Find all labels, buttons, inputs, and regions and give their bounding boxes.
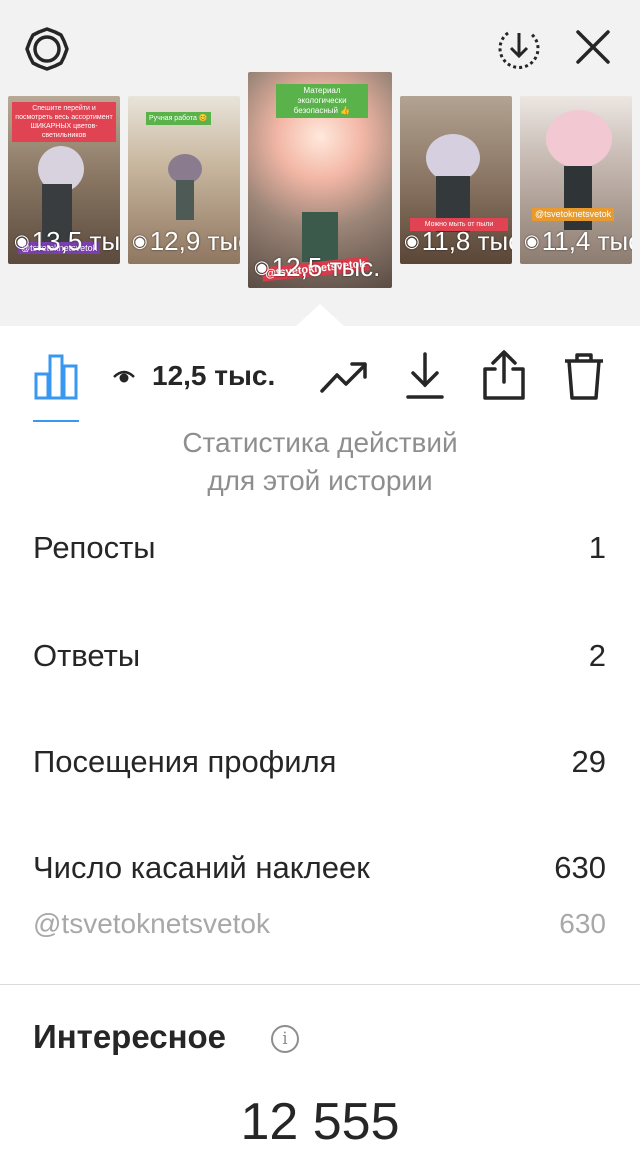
promote-button[interactable]: [318, 354, 370, 400]
download-icon: [406, 352, 444, 399]
delete-button[interactable]: [560, 348, 608, 402]
active-tab-indicator: [33, 420, 79, 422]
story-views: ◉ 12,5 тыс.: [254, 252, 381, 282]
close-button[interactable]: [570, 24, 616, 70]
stat-subrow-mention-sticker[interactable]: @tsvetoknetsvetok 630: [33, 908, 606, 940]
tab-insights[interactable]: [30, 350, 82, 402]
story-thumbnail[interactable]: Ручная работа 😊 ◉ 12,9 тыс.: [128, 96, 240, 264]
save-all-button[interactable]: [494, 23, 544, 73]
views-count: 12,5 тыс.: [152, 360, 276, 391]
insights-toolbar: 12,5 тыс.: [0, 326, 640, 424]
gear-icon: [25, 27, 69, 71]
interactions-subtitle: Статистика действий для этой истории: [182, 427, 458, 496]
selection-pointer: [296, 304, 344, 326]
eye-icon: [113, 370, 135, 383]
trash-icon: [565, 353, 603, 400]
trending-up-icon: [320, 362, 367, 393]
stat-label: Репосты: [33, 530, 156, 565]
settings-button[interactable]: [22, 24, 72, 74]
eye-icon: ◉: [404, 231, 420, 251]
discovery-reach-number: 12 555: [240, 1093, 400, 1151]
eye-icon: ◉: [254, 257, 270, 277]
stat-value: 1: [588, 530, 606, 565]
story-thumbnail[interactable]: Можно мыть от пыли ◉ 11,8 тыс.: [400, 96, 512, 264]
story-preview-area: Спешите перейти и посмотреть весь ассорт…: [0, 0, 640, 326]
stat-label: Число касаний наклеек: [33, 850, 370, 885]
stat-value: 29: [571, 744, 606, 779]
eye-icon: ◉: [14, 231, 30, 251]
story-thumbnail-selected[interactable]: Материал экологически безопасный 👍 @tsve…: [248, 72, 392, 288]
download-circle-icon: [498, 31, 540, 69]
stat-row-replies: Ответы 2: [33, 638, 606, 674]
close-icon: [576, 30, 610, 64]
story-views: ◉ 11,8 тыс.: [404, 226, 512, 256]
share-button[interactable]: [480, 348, 528, 402]
share-icon: [483, 350, 525, 400]
stat-row-sticker-taps: Число касаний наклеек 630: [33, 850, 606, 886]
stat-value: 2: [588, 638, 606, 673]
stat-label: Посещения профиля: [33, 744, 337, 779]
story-sticker-text: Ручная работа 😊: [146, 112, 211, 125]
stat-label: Ответы: [33, 638, 141, 673]
story-sticker-text: Материал экологически безопасный 👍: [276, 84, 368, 118]
stat-row-profile-visits: Посещения профиля 29: [33, 744, 606, 780]
info-icon[interactable]: i: [271, 1025, 299, 1053]
save-button[interactable]: [402, 350, 448, 402]
story-mention-sticker: @tsvetoknetsvetok: [532, 208, 615, 221]
story-thumbnail[interactable]: Спешите перейти и посмотреть весь ассорт…: [8, 96, 120, 264]
views-counter[interactable]: 12,5 тыс.: [112, 356, 275, 396]
eye-icon: ◉: [132, 231, 148, 251]
stat-sublabel: @tsvetoknetsvetok: [33, 908, 270, 939]
story-thumbnail[interactable]: @tsvetoknetsvetok ◉ 11,4 тыс.: [520, 96, 632, 264]
bar-chart-icon: [34, 354, 78, 400]
discovery-title: Интересное: [33, 1018, 227, 1055]
stat-subvalue: 630: [559, 908, 606, 939]
section-divider: [0, 984, 640, 985]
story-views: ◉ 11,4 тыс.: [524, 226, 632, 256]
stat-value: 630: [554, 850, 606, 885]
story-sticker-text: Спешите перейти и посмотреть весь ассорт…: [12, 102, 116, 142]
story-views: ◉ 13,5 тыс.: [14, 226, 120, 256]
stat-row-shares: Репосты 1: [33, 530, 606, 566]
eye-icon: ◉: [524, 231, 540, 251]
story-views: ◉ 12,9 тыс.: [132, 226, 240, 256]
